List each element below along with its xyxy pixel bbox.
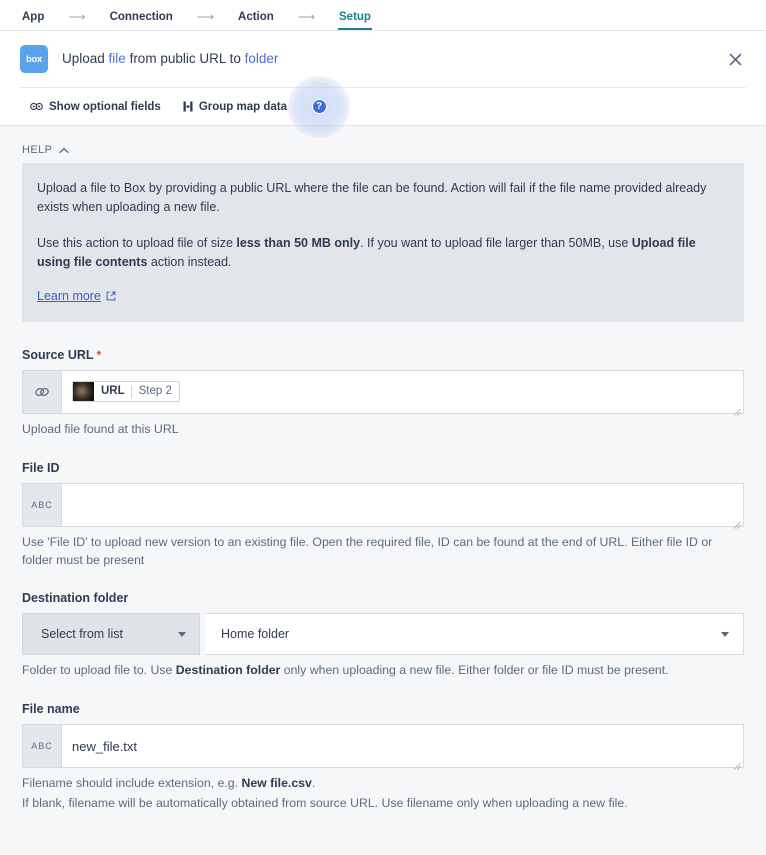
file-id-label: File ID: [22, 461, 60, 475]
help-button-wrapper: ?: [309, 97, 329, 117]
file-name-hint-line-1: Filename should include extension, e.g. …: [22, 775, 744, 793]
source-url-hint: Upload file found at this URL: [22, 421, 744, 439]
show-optional-fields-label: Show optional fields: [49, 101, 161, 113]
help-p2-bold-size: less than 50 MB only: [236, 236, 360, 250]
close-icon[interactable]: [726, 50, 744, 68]
source-url-required-asterisk: *: [97, 348, 102, 362]
file-id-hint: Use 'File ID' to upload new version to a…: [22, 534, 744, 570]
destination-folder-mode-dropdown[interactable]: Select from list: [22, 613, 200, 655]
wizard-step-setup[interactable]: Setup: [331, 12, 379, 31]
destination-folder-hint-a: Folder to upload file to. Use: [22, 663, 176, 677]
field-file-name: File name ABC new_file.txt Filename shou…: [22, 702, 744, 813]
help-p2-part-e: action instead.: [147, 255, 231, 269]
destination-folder-label-row: Destination folder: [22, 591, 744, 605]
wizard-step-app[interactable]: App: [14, 12, 52, 31]
help-paragraph-1-text: Upload a file to Box by providing a publ…: [37, 181, 706, 214]
help-p2-part-c: . If you want to upload file larger than…: [360, 236, 632, 250]
source-url-input-row[interactable]: URL Step 2: [22, 370, 744, 414]
destination-folder-value: Home folder: [221, 627, 289, 641]
field-source-url: Source URL * URL Step 2: [22, 348, 744, 439]
abc-text-type-icon[interactable]: ABC: [23, 484, 62, 526]
chevron-down-icon: [721, 632, 729, 637]
help-p2-part-a: Use this action to upload file of size: [37, 236, 236, 250]
setup-form-body: HELP Upload a file to Box by providing a…: [0, 126, 766, 813]
group-columns-icon: [183, 101, 193, 112]
file-name-hint-a: Filename should include extension, e.g.: [22, 776, 241, 790]
file-id-input[interactable]: [62, 484, 743, 526]
link-icon[interactable]: [23, 371, 62, 413]
file-name-label-row: File name: [22, 702, 744, 716]
destination-folder-value-dropdown[interactable]: Home folder: [205, 613, 744, 655]
external-link-icon: [106, 291, 116, 301]
action-toolbar: Show optional fields Group map data ?: [20, 87, 746, 125]
chevron-down-icon: [178, 632, 186, 637]
datapill-label: URL: [94, 386, 131, 398]
datapill-step: Step 2: [132, 386, 179, 398]
chevron-up-icon: [59, 147, 69, 154]
learn-more-link[interactable]: Learn more: [37, 287, 116, 306]
file-id-input-row[interactable]: ABC: [22, 483, 744, 527]
wizard-steps: App ⟶ Connection ⟶ Action ⟶ Setup: [14, 0, 379, 30]
destination-folder-row: Select from list Home folder: [22, 613, 744, 655]
wizard-arrow-2: ⟶: [181, 11, 230, 30]
destination-folder-hint-c: only when uploading a new file. Either f…: [280, 663, 668, 677]
action-header-card: box Upload file from public URL to folde…: [0, 31, 766, 126]
action-title-file-link[interactable]: file: [109, 51, 126, 66]
action-title-prefix: Upload: [62, 51, 109, 66]
help-text-panel: Upload a file to Box by providing a publ…: [22, 163, 744, 322]
wizard-arrow-1: ⟶: [52, 11, 101, 30]
destination-folder-label: Destination folder: [22, 591, 128, 605]
help-question-icon[interactable]: ?: [312, 99, 327, 114]
help-paragraph-2: Use this action to upload file of size l…: [37, 234, 729, 273]
wizard-step-bar: App ⟶ Connection ⟶ Action ⟶ Setup: [0, 0, 766, 31]
file-name-label: File name: [22, 702, 80, 716]
learn-more-label: Learn more: [37, 287, 101, 306]
box-app-logo-icon: box: [20, 45, 48, 73]
file-id-label-row: File ID: [22, 461, 744, 475]
wizard-step-action[interactable]: Action: [230, 12, 282, 31]
datapill-url-step2[interactable]: URL Step 2: [72, 381, 180, 402]
wizard-step-connection[interactable]: Connection: [102, 12, 181, 31]
source-url-input[interactable]: URL Step 2: [62, 371, 743, 413]
help-paragraph-1: Upload a file to Box by providing a publ…: [37, 179, 729, 218]
field-file-id: File ID ABC Use 'File ID' to upload new …: [22, 461, 744, 570]
show-optional-fields-button[interactable]: Show optional fields: [30, 101, 161, 113]
source-url-resize-handle[interactable]: [732, 403, 741, 412]
file-name-hint-c: .: [312, 776, 315, 790]
file-name-input-row[interactable]: ABC new_file.txt: [22, 724, 744, 768]
action-title-folder-link[interactable]: folder: [245, 51, 279, 66]
file-name-input[interactable]: new_file.txt: [62, 725, 743, 767]
destination-folder-hint: Folder to upload file to. Use Destinatio…: [22, 662, 744, 680]
file-name-resize-handle[interactable]: [732, 757, 741, 766]
help-section-label: HELP: [22, 144, 52, 156]
field-destination-folder: Destination folder Select from list Home…: [22, 591, 744, 680]
action-header-row: box Upload file from public URL to folde…: [0, 31, 766, 87]
source-url-label: Source URL: [22, 348, 94, 362]
action-title: Upload file from public URL to folder: [62, 51, 278, 67]
destination-folder-hint-bold: Destination folder: [176, 663, 281, 677]
file-name-hint-line-2: If blank, filename will be automatically…: [22, 795, 744, 813]
datapill-thumbnail-icon: [73, 382, 94, 401]
eye-icon: [30, 102, 43, 111]
file-name-hint-bold: New file.csv: [241, 776, 311, 790]
source-url-label-row: Source URL *: [22, 348, 744, 362]
action-title-middle: from public URL to: [126, 51, 245, 66]
wizard-arrow-3: ⟶: [282, 11, 331, 30]
group-map-data-label: Group map data: [199, 101, 287, 113]
abc-text-type-icon[interactable]: ABC: [23, 725, 62, 767]
destination-folder-mode-label: Select from list: [41, 627, 123, 641]
group-map-data-button[interactable]: Group map data: [183, 101, 287, 113]
file-id-resize-handle[interactable]: [732, 516, 741, 525]
help-section-toggle[interactable]: HELP: [22, 144, 69, 156]
